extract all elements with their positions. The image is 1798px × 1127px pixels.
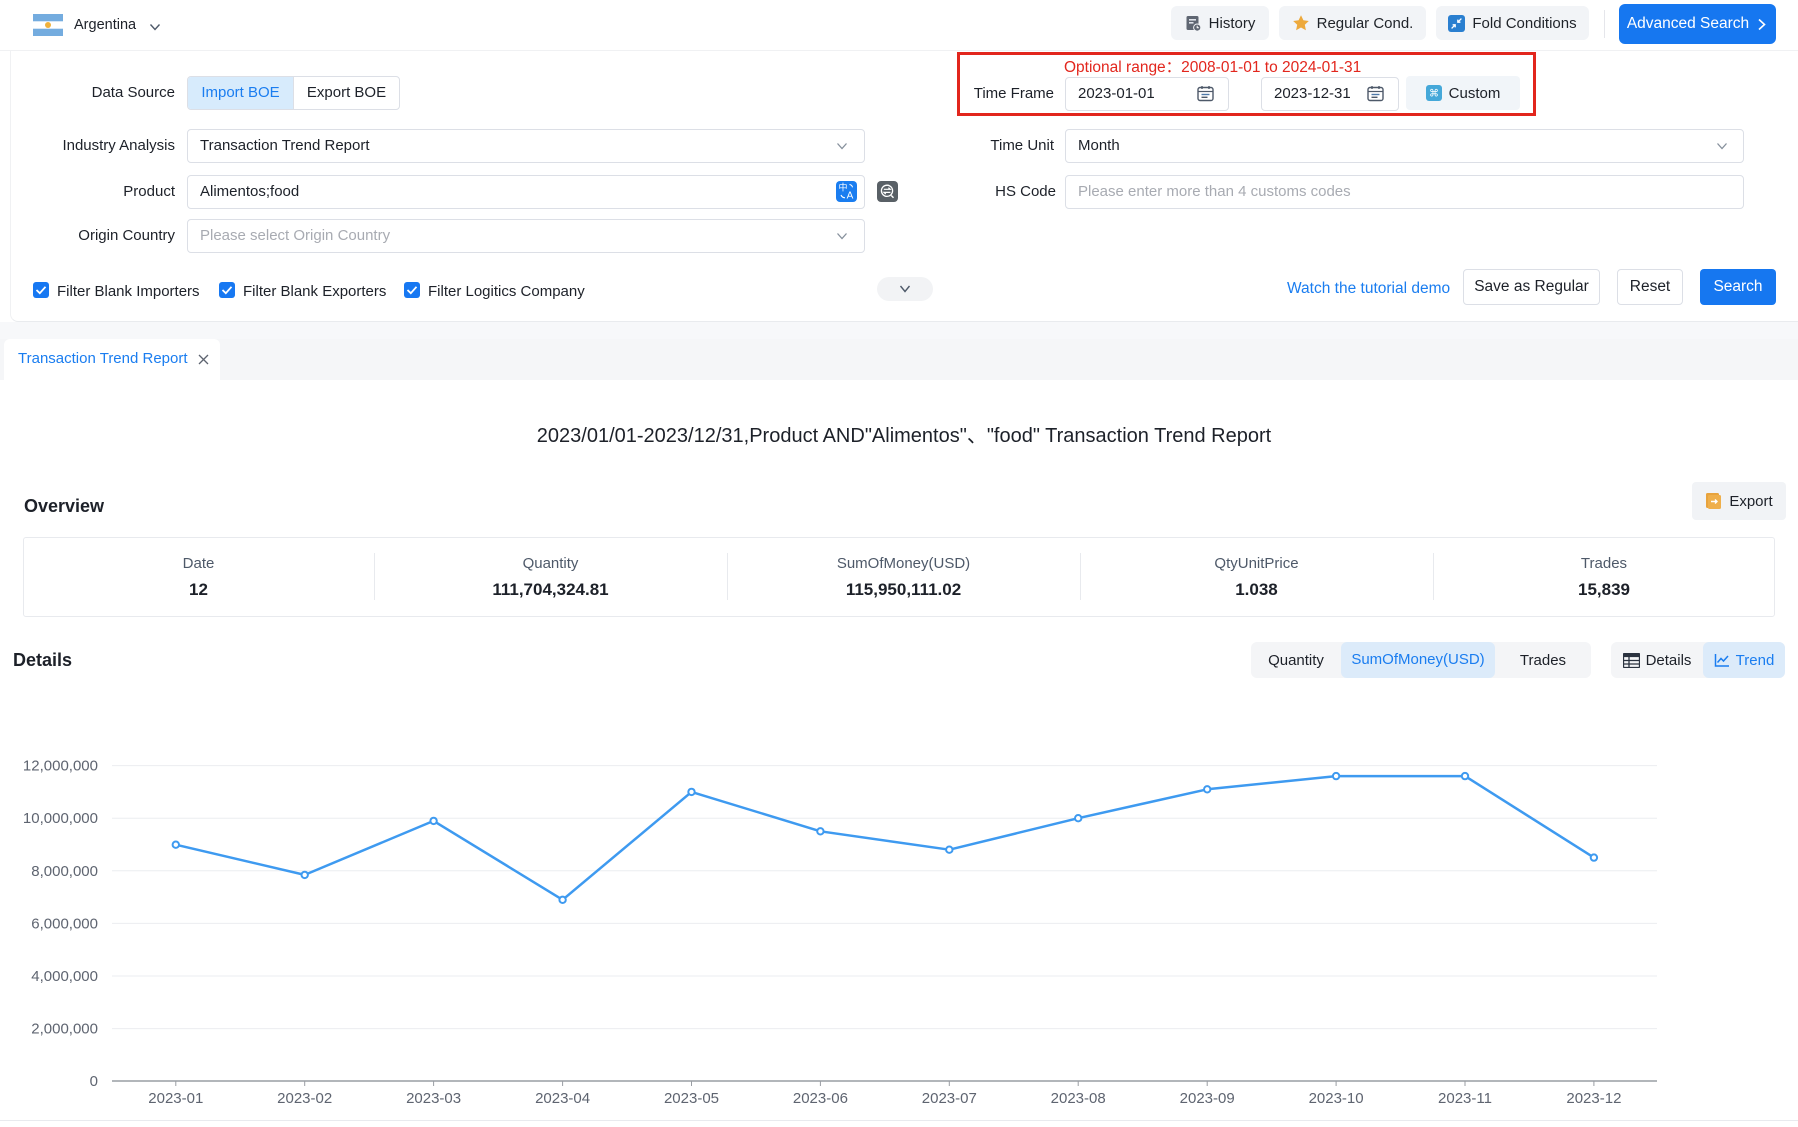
svg-text:4,000,000: 4,000,000 [31, 968, 98, 985]
svg-text:2023-06: 2023-06 [793, 1090, 848, 1107]
svg-text:2023-11: 2023-11 [1438, 1090, 1492, 1107]
svg-text:2023-07: 2023-07 [922, 1090, 977, 1107]
svg-text:0: 0 [90, 1073, 98, 1090]
svg-text:2023-10: 2023-10 [1309, 1090, 1364, 1107]
svg-text:12,000,000: 12,000,000 [23, 758, 98, 775]
svg-text:2,000,000: 2,000,000 [31, 1021, 98, 1038]
svg-text:2023-12: 2023-12 [1566, 1090, 1621, 1107]
svg-text:A: A [847, 191, 854, 202]
svg-text:2023-09: 2023-09 [1180, 1090, 1235, 1107]
svg-text:6,000,000: 6,000,000 [31, 915, 98, 932]
svg-text:2023-02: 2023-02 [277, 1090, 332, 1107]
svg-text:10,000,000: 10,000,000 [23, 810, 98, 827]
svg-text:2023-04: 2023-04 [535, 1090, 590, 1107]
svg-text:2023-08: 2023-08 [1051, 1090, 1106, 1107]
svg-text:2023-05: 2023-05 [664, 1090, 719, 1107]
svg-text:2023-01: 2023-01 [148, 1090, 203, 1107]
svg-text:⌘: ⌘ [1429, 89, 1439, 100]
svg-text:2023-03: 2023-03 [406, 1090, 461, 1107]
svg-text:8,000,000: 8,000,000 [31, 863, 98, 880]
